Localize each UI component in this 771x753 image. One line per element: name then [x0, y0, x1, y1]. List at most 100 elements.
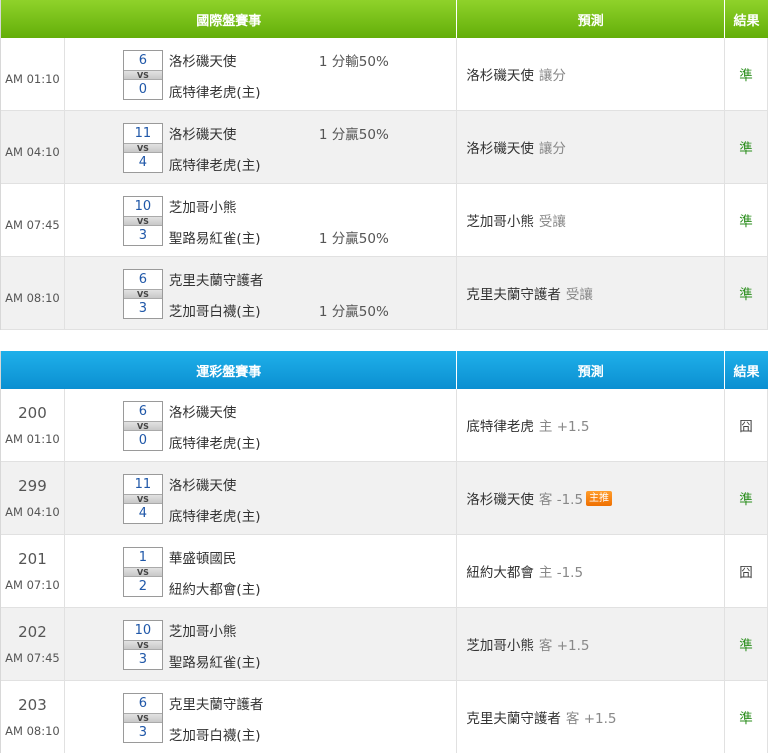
score-top: 11: [134, 126, 152, 141]
prediction-cell: 克里夫蘭守護者 受讓: [457, 257, 726, 329]
scoreboard: 10 VS 3: [122, 196, 163, 246]
prediction-type: 客 +1.5: [538, 638, 590, 654]
intl-header-match: 國際盤賽事: [1, 0, 458, 38]
result-cell: 囧: [725, 389, 768, 461]
prediction-team: 克里夫蘭守護者: [466, 711, 561, 727]
vs-label: VS: [123, 713, 162, 723]
time-cell: 299 AM 04:10: [1, 462, 65, 534]
prediction-team: 洛杉磯天使: [466, 141, 534, 157]
team-away: 克里夫蘭守護者: [168, 697, 264, 713]
result-cell: 準: [725, 38, 768, 110]
game-time: AM 04:10: [5, 505, 60, 519]
score-bottom: 4: [138, 155, 148, 170]
prediction-team: 洛杉磯天使: [466, 68, 534, 84]
table-row: 201 AM 07:10 1 VS 2 華盛頓國民 紐約大都會(主) 紐約大都會主 -1.5 囧: [1, 535, 768, 608]
game-code: 200: [18, 404, 47, 422]
score-bottom: 0: [138, 82, 148, 97]
match-cell: 6 VS 3 克里夫蘭守護者 芝加哥白襪(主): [65, 681, 458, 753]
table-row: 203 AM 08:10 6 VS 3 克里夫蘭守護者 芝加哥白襪(主) 克里夫蘭守護者客 +…: [1, 681, 768, 753]
score-bottom: 3: [138, 725, 148, 740]
prediction-team: 芝加哥小熊: [466, 638, 534, 654]
intl-header-predict: 預測: [457, 0, 726, 38]
score-bottom: 4: [138, 506, 148, 521]
result-cell: 準: [725, 257, 768, 329]
vs-label: VS: [123, 289, 162, 299]
vs-label: VS: [123, 640, 162, 650]
time-cell: AM 01:10: [1, 38, 65, 110]
time-cell: AM 08:10: [1, 257, 65, 329]
vs-label: VS: [123, 70, 162, 80]
prediction-cell: 底特律老虎主 +1.5: [457, 389, 726, 461]
scoreboard: 6 VS 3: [122, 269, 163, 319]
handicap-bottom: 1 分贏50%: [318, 304, 389, 320]
table-row: AM 08:10 6 VS 3 克里夫蘭守護者 芝加哥白襪(主) 1 分贏50% 克里夫蘭守護…: [1, 257, 768, 330]
prediction-cell: 克里夫蘭守護者客 +1.5: [457, 681, 726, 753]
table-row: AM 01:10 6 VS 0 洛杉磯天使 底特律老虎(主) 1 分輸50% 洛杉磯天使 讓分準: [1, 38, 768, 111]
prediction-cell: 洛杉磯天使客 -1.5 主推: [457, 462, 726, 534]
score-top: 11: [134, 477, 152, 492]
sports-header-match: 運彩盤賽事: [1, 351, 458, 389]
time-cell: 203 AM 08:10: [1, 681, 65, 753]
game-time: AM 08:10: [5, 724, 60, 738]
scoreboard: 1 VS 2: [122, 547, 163, 597]
match-cell: 1 VS 2 華盛頓國民 紐約大都會(主): [65, 535, 458, 607]
team-home: 芝加哥白襪(主): [168, 728, 261, 744]
score-top: 1: [138, 550, 148, 565]
scoreboard: 11 VS 4: [122, 123, 163, 173]
team-home: 紐約大都會(主): [168, 582, 261, 598]
game-time: AM 01:10: [5, 72, 60, 86]
scoreboard: 6 VS 0: [122, 401, 163, 451]
scoreboard: 11 VS 4: [122, 474, 163, 524]
intl-header-result: 結果: [733, 13, 760, 29]
team-away: 洛杉磯天使: [168, 54, 237, 70]
game-time: AM 07:45: [5, 218, 60, 232]
sports-header-predict: 預測: [457, 351, 726, 389]
prediction-type: 客 +1.5: [565, 711, 617, 727]
table-row: AM 07:45 10 VS 3 芝加哥小熊 聖路易紅雀(主) 1 分贏50% 芝加哥小熊 受讓…: [1, 184, 768, 257]
match-cell: 11 VS 4 洛杉磯天使底特律老虎(主): [65, 462, 458, 534]
score-bottom: 0: [138, 433, 148, 448]
team-home: 底特律老虎(主): [168, 509, 261, 525]
team-home: 底特律老虎(主): [168, 436, 261, 452]
prediction-type: 受讓: [565, 287, 593, 303]
prediction-team: 克里夫蘭守護者: [466, 287, 561, 303]
team-away: 洛杉磯天使: [168, 127, 237, 143]
match-cell: 10 VS 3 芝加哥小熊 聖路易紅雀(主): [65, 608, 458, 680]
table-row: 200 AM 01:10 6 VS 0 洛杉磯天使 底特律老虎(主) 底特律老虎主 +1.5 囧: [1, 389, 768, 462]
vs-label: VS: [123, 567, 162, 577]
time-cell: AM 04:10: [1, 111, 65, 183]
intl-table-header: 國際盤賽事 預測 結果: [1, 0, 768, 38]
result-cell: 囧: [725, 535, 768, 607]
game-code: 203: [18, 696, 47, 714]
result-cell: 準: [725, 681, 768, 753]
prediction-type: 讓分: [538, 141, 566, 157]
sports-rows: 200 AM 01:10 6 VS 0 洛杉磯天使 底特律老虎(主) 底特律老虎主 +1.5 囧…: [1, 389, 768, 753]
scoreboard: 6 VS 0: [122, 50, 163, 100]
handicap-bottom: 1 分贏50%: [318, 231, 389, 247]
intl-odds-table: 國際盤賽事 預測 結果 AM 01:10 6 VS 0 洛杉磯天使 底特律老虎(主) 1 分…: [0, 0, 768, 330]
score-top: 10: [134, 199, 152, 214]
result-cell: 準: [725, 184, 768, 256]
match-cell: 6 VS 3 克里夫蘭守護者 芝加哥白襪(主) 1 分贏50%: [65, 257, 458, 329]
score-top: 6: [138, 404, 148, 419]
score-top: 6: [138, 53, 148, 68]
prediction-type: 讓分: [538, 68, 566, 84]
prediction-cell: 洛杉磯天使 讓分: [457, 38, 726, 110]
match-cell: 6 VS 0 洛杉磯天使 底特律老虎(主): [65, 389, 458, 461]
score-top: 6: [138, 696, 148, 711]
handicap-top: 1 分贏50%: [318, 127, 389, 143]
vs-label: VS: [123, 494, 162, 504]
game-time: AM 01:10: [5, 432, 60, 446]
handicap-top: 1 分輸50%: [318, 54, 389, 70]
score-top: 10: [134, 623, 152, 638]
prediction-cell: 洛杉磯天使 讓分: [457, 111, 726, 183]
prediction-team: 洛杉磯天使: [466, 492, 534, 508]
score-bottom: 2: [138, 579, 148, 594]
game-time: AM 07:10: [5, 578, 60, 592]
sports-table-header: 運彩盤賽事 預測 結果: [1, 351, 768, 389]
vs-label: VS: [123, 216, 162, 226]
prediction-team: 底特律老虎: [466, 419, 534, 435]
game-code: 202: [18, 623, 47, 641]
team-away: 洛杉磯天使: [168, 478, 237, 494]
prediction-type: 主 +1.5: [538, 419, 590, 435]
